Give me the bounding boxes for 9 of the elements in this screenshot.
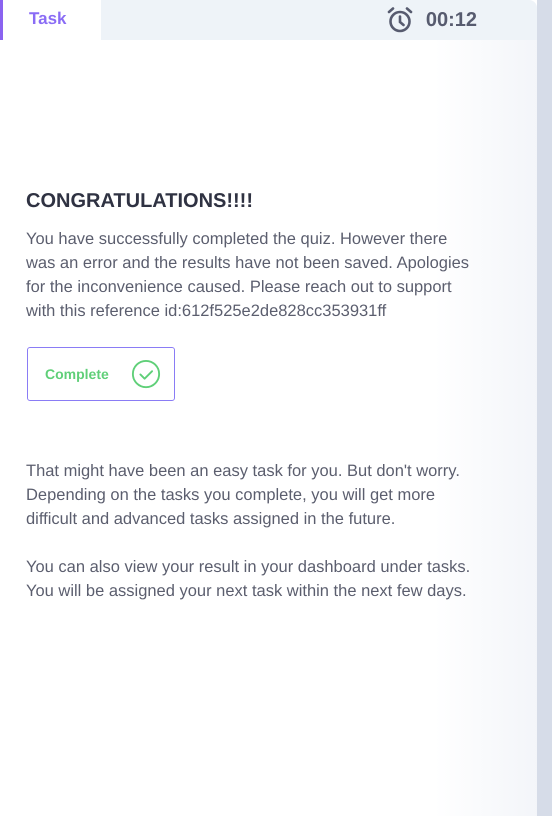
alarm-clock-icon (386, 6, 414, 34)
timer-text: 00:12 (426, 8, 477, 32)
message-text: You have successfully completed the quiz. However there was an error and the results have not been saved. Apologies for the inconvenience caused. Please reach out to support with this reference id:612f525e2de828cc353931ff (26, 229, 470, 322)
info-paragraph: That might have been an easy task for you. But don't worry. Depending on the tasks you complete, you will get more difficult and advanced tasks assigned in the future. (26, 461, 461, 530)
heading: CONGRATULATIONS!!!! (26, 190, 254, 213)
check-circle-icon (130, 359, 161, 389)
task-tab[interactable]: Task (0, 0, 101, 40)
complete-button[interactable]: Complete (27, 347, 175, 401)
info-paragraph: You can also view your result in your dashboard under tasks. You will be assigned your next task within the next few days. (26, 557, 472, 602)
